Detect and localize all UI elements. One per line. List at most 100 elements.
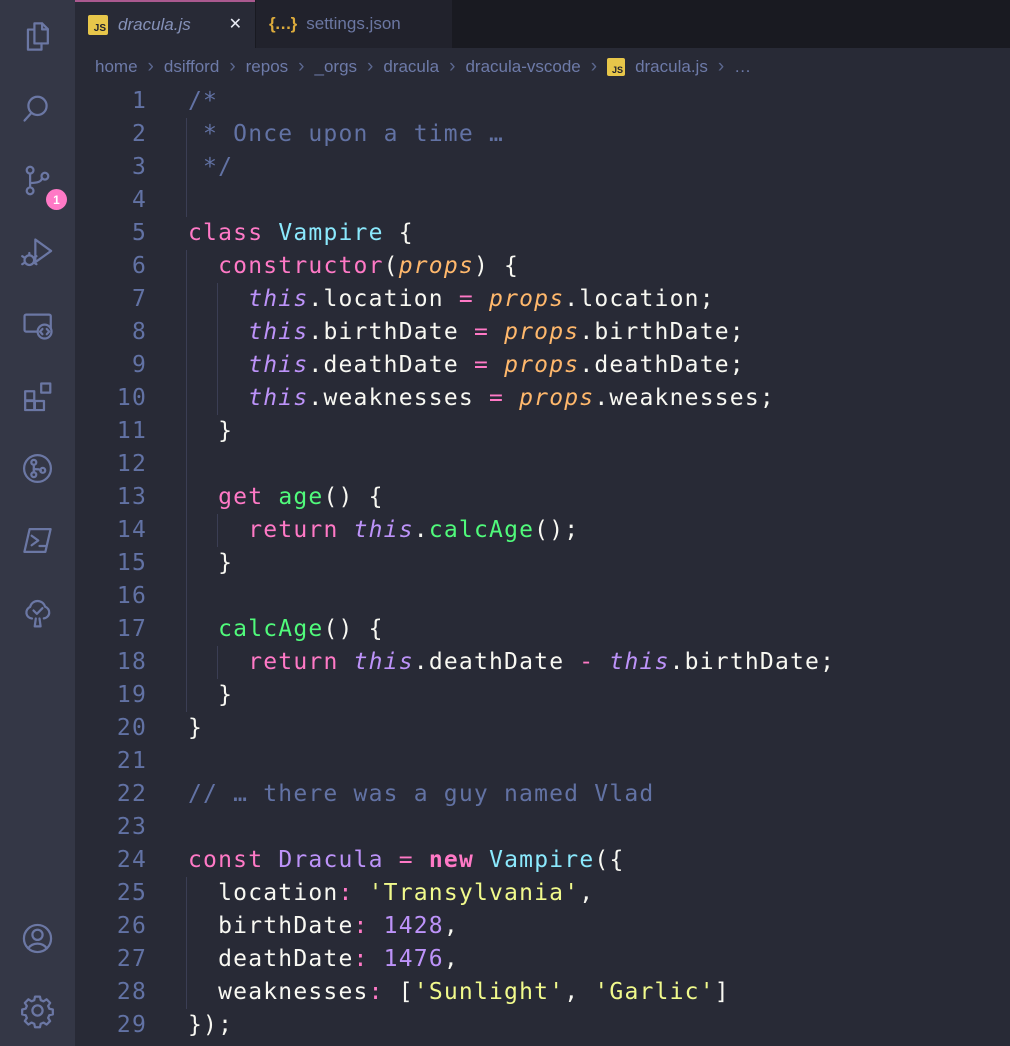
js-file-icon: JS — [88, 15, 108, 35]
code-area[interactable]: 1/*2 * Once upon a time …3 */45class Vam… — [75, 85, 1010, 1046]
code-line: 25 location: 'Transylvania', — [75, 877, 1010, 910]
indent-guide — [186, 151, 187, 184]
close-icon[interactable]: ✕ — [229, 17, 242, 33]
code-line: 18 return this.deathDate - this.birthDat… — [75, 646, 1010, 679]
code-text: return this.deathDate - this.birthDate; — [188, 646, 835, 679]
chevron-right-icon: › — [148, 56, 154, 78]
line-number: 5 — [75, 217, 147, 250]
sidebar-item-source-control[interactable]: 1 — [0, 144, 75, 216]
breadcrumb-item-dracula-vscode[interactable]: dracula-vscode — [465, 57, 580, 77]
indent-guide — [186, 349, 187, 382]
sidebar-item-remote-explorer[interactable] — [0, 288, 75, 360]
code-line: 9 this.deathDate = props.deathDate; — [75, 349, 1010, 382]
json-file-icon: {…} — [269, 14, 296, 34]
breadcrumb-item-more[interactable]: … — [734, 57, 751, 77]
code-line: 19 } — [75, 679, 1010, 712]
remote-explorer-icon — [19, 306, 56, 343]
code-line: 2 * Once upon a time … — [75, 118, 1010, 151]
code-line: 12 — [75, 448, 1010, 481]
extensions-icon — [19, 378, 56, 415]
js-file-icon: JS — [607, 58, 625, 76]
code-line: 24const Dracula = new Vampire({ — [75, 844, 1010, 877]
activity-bar: 1 — [0, 0, 75, 1046]
indent-guide — [186, 679, 187, 712]
search-icon — [19, 90, 56, 127]
code-text: } — [188, 712, 203, 745]
line-number: 22 — [75, 778, 147, 811]
settings-button[interactable] — [0, 974, 75, 1046]
indent-guide — [186, 514, 187, 547]
line-number: 29 — [75, 1009, 147, 1042]
code-text: /* — [188, 85, 218, 118]
chevron-right-icon: › — [591, 56, 597, 78]
chevron-right-icon: › — [449, 56, 455, 78]
line-number: 2 — [75, 118, 147, 151]
indent-guide — [186, 415, 187, 448]
indent-guide — [186, 382, 187, 415]
code-line: 1 /* — [75, 85, 1010, 118]
code-line: 22// … there was a guy named Vlad — [75, 778, 1010, 811]
line-number: 1 — [75, 85, 147, 118]
code-line: 14 return this.calcAge(); — [75, 514, 1010, 547]
breadcrumb-item-repos[interactable]: repos — [246, 57, 289, 77]
code-text: } — [188, 415, 233, 448]
tab-dracula-js[interactable]: JS dracula.js ✕ — [75, 0, 255, 48]
code-line: 15 } — [75, 547, 1010, 580]
code-text: this.weaknesses = props.weaknesses; — [188, 382, 775, 415]
tab-label: settings.json — [306, 14, 401, 34]
line-number: 26 — [75, 910, 147, 943]
indent-guide — [186, 976, 187, 1009]
run-debug-icon — [19, 234, 56, 271]
account-button[interactable] — [0, 902, 75, 974]
sidebar-item-explorer[interactable] — [0, 0, 75, 72]
tab-bar: JS dracula.js ✕ {…} settings.json — [75, 0, 1010, 48]
line-number: 21 — [75, 745, 147, 778]
sidebar-item-extensions[interactable] — [0, 360, 75, 432]
breadcrumb-item-home[interactable]: home — [95, 57, 138, 77]
line-number: 15 — [75, 547, 147, 580]
code-line: 26 birthDate: 1428, — [75, 910, 1010, 943]
indent-guide — [186, 481, 187, 514]
line-number: 12 — [75, 448, 147, 481]
code-text: class Vampire { — [188, 217, 414, 250]
code-line: 5 class Vampire { — [75, 217, 1010, 250]
line-number: 27 — [75, 943, 147, 976]
code-line: 21 — [75, 745, 1010, 778]
code-text: this.location = props.location; — [188, 283, 715, 316]
sidebar-item-todo-tree[interactable] — [0, 576, 75, 648]
code-line: 16 — [75, 580, 1010, 613]
code-text: } — [188, 547, 233, 580]
code-line: 3 */ — [75, 151, 1010, 184]
code-text: deathDate: 1476, — [188, 943, 459, 976]
line-number: 28 — [75, 976, 147, 1009]
code-line: 13 get age() { — [75, 481, 1010, 514]
chevron-right-icon: › — [718, 56, 724, 78]
breadcrumb-item-file[interactable]: dracula.js — [635, 57, 708, 77]
line-number: 9 — [75, 349, 147, 382]
code-text: this.deathDate = props.deathDate; — [188, 349, 745, 382]
sidebar-item-run-debug[interactable] — [0, 216, 75, 288]
git-graph-icon — [19, 450, 56, 487]
indent-guide — [186, 943, 187, 976]
code-text: birthDate: 1428, — [188, 910, 459, 943]
sidebar-item-terminal[interactable] — [0, 504, 75, 576]
breadcrumb-item-dracula[interactable]: dracula — [383, 57, 439, 77]
code-text: this.birthDate = props.birthDate; — [188, 316, 745, 349]
code-line: 20} — [75, 712, 1010, 745]
terminal-powershell-icon — [19, 522, 56, 559]
line-number: 13 — [75, 481, 147, 514]
line-number: 7 — [75, 283, 147, 316]
indent-guide — [186, 910, 187, 943]
indent-guide — [186, 316, 187, 349]
line-number: 3 — [75, 151, 147, 184]
line-number: 16 — [75, 580, 147, 613]
breadcrumb-item-orgs[interactable]: _orgs — [315, 57, 358, 77]
sidebar-item-search[interactable] — [0, 72, 75, 144]
code-text: weaknesses: ['Sunlight', 'Garlic'] — [188, 976, 730, 1009]
code-text: return this.calcAge(); — [188, 514, 579, 547]
code-line: 17 calcAge() { — [75, 613, 1010, 646]
sidebar-item-git-graph[interactable] — [0, 432, 75, 504]
indent-guide — [186, 646, 187, 679]
breadcrumb-item-dsifford[interactable]: dsifford — [164, 57, 219, 77]
tab-settings-json[interactable]: {…} settings.json — [256, 0, 452, 48]
